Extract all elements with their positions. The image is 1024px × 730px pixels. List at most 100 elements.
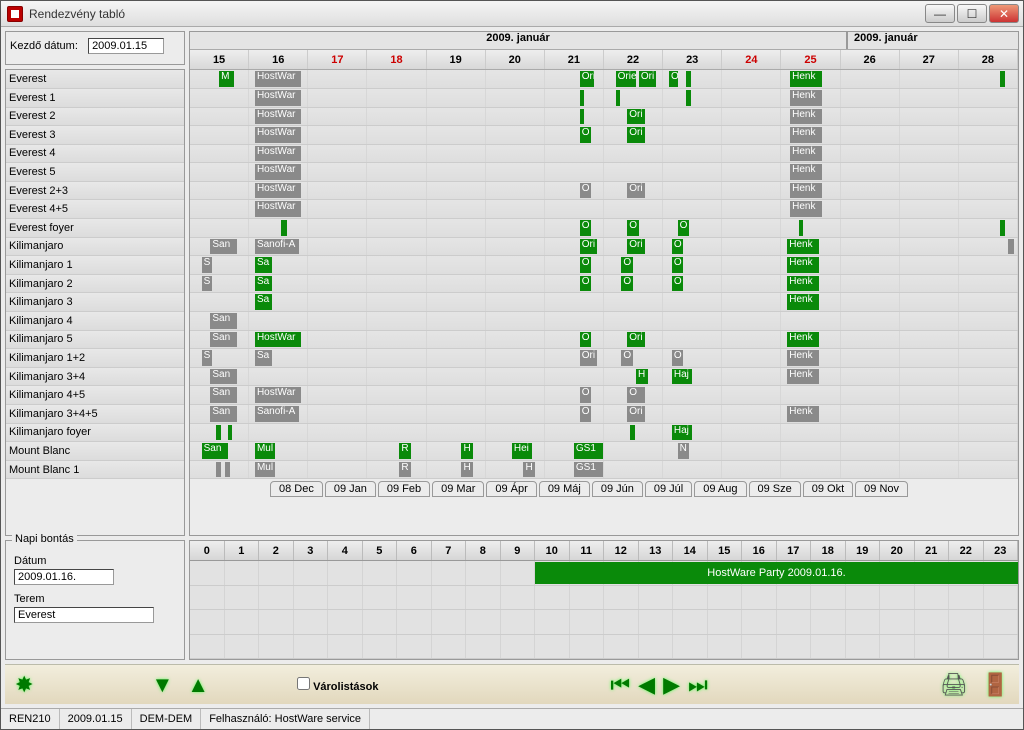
schedule-cell[interactable] (900, 70, 959, 88)
room-row[interactable]: Kilimanjaro 4+5 (6, 386, 184, 405)
hour-cell[interactable] (466, 586, 501, 610)
event-bar[interactable]: Ori (627, 332, 644, 348)
schedule-cell[interactable] (900, 349, 959, 367)
day-header-cell[interactable]: 24 (722, 50, 781, 69)
room-row[interactable]: Kilimanjaro 3+4 (6, 368, 184, 387)
schedule-cell[interactable] (781, 312, 840, 330)
hour-cell[interactable] (811, 586, 846, 610)
schedule-cell[interactable] (486, 368, 545, 386)
schedule-cell[interactable] (841, 312, 900, 330)
schedule-cell[interactable] (959, 312, 1018, 330)
schedule-cell[interactable] (190, 89, 249, 107)
hour-cell[interactable] (570, 610, 605, 634)
event-bar[interactable]: N (678, 443, 690, 459)
hour-cell[interactable] (501, 610, 536, 634)
day-header-cell[interactable]: 26 (841, 50, 900, 69)
schedule-cell[interactable] (486, 219, 545, 237)
schedule-cell[interactable] (781, 386, 840, 404)
daily-room-input[interactable] (14, 607, 154, 623)
hour-cell[interactable] (535, 635, 570, 659)
event-bar[interactable]: Henk (787, 406, 819, 422)
event-bar[interactable]: Ori (627, 183, 644, 199)
schedule-cell[interactable]: R (367, 442, 426, 460)
schedule-cell[interactable] (900, 368, 959, 386)
event-bar[interactable] (686, 90, 691, 106)
schedule-cell[interactable]: O (545, 219, 604, 237)
hour-cell[interactable] (432, 635, 467, 659)
schedule-cell[interactable]: N (663, 442, 722, 460)
schedule-cell[interactable] (367, 275, 426, 293)
schedule-cell[interactable] (486, 145, 545, 163)
schedule-cell[interactable] (959, 405, 1018, 423)
hour-cell[interactable] (328, 561, 363, 585)
hour-cell[interactable] (811, 610, 846, 634)
schedule-cell[interactable]: Sa (249, 293, 308, 311)
schedule-cell[interactable]: San (190, 368, 249, 386)
schedule-cell[interactable] (308, 200, 367, 218)
schedule-cell[interactable] (427, 368, 486, 386)
schedule-cell[interactable] (722, 424, 781, 442)
event-bar[interactable]: Orie (616, 71, 636, 87)
room-row[interactable]: Everest foyer (6, 219, 184, 238)
schedule-cell[interactable] (427, 89, 486, 107)
hour-cell[interactable] (949, 586, 984, 610)
schedule-cell[interactable] (427, 424, 486, 442)
arrow-up-icon[interactable]: ▲ (187, 672, 209, 698)
schedule-cell[interactable] (663, 461, 722, 479)
schedule-cell[interactable] (663, 89, 722, 107)
schedule-cell[interactable] (427, 293, 486, 311)
schedule-cell[interactable] (841, 200, 900, 218)
schedule-cell[interactable] (900, 163, 959, 181)
schedule-cell[interactable]: Henk (781, 238, 840, 256)
hour-cell[interactable] (604, 635, 639, 659)
hour-cell[interactable] (984, 610, 1019, 634)
schedule-cell[interactable]: Ori (604, 331, 663, 349)
schedule-cell[interactable]: Henk (781, 275, 840, 293)
schedule-cell[interactable] (486, 163, 545, 181)
schedule-cell[interactable] (781, 219, 840, 237)
month-tab[interactable]: 09 Máj (539, 481, 590, 497)
day-header-cell[interactable]: 22 (604, 50, 663, 69)
close-button[interactable]: ✕ (989, 4, 1019, 23)
schedule-cell[interactable]: O (545, 126, 604, 144)
hour-cell[interactable] (501, 561, 536, 585)
hour-cell[interactable] (673, 610, 708, 634)
hour-cell[interactable] (880, 635, 915, 659)
schedule-cell[interactable] (545, 145, 604, 163)
schedule-cell[interactable] (959, 145, 1018, 163)
hour-cell[interactable] (570, 635, 605, 659)
room-row[interactable]: Kilimanjaro 1 (6, 256, 184, 275)
event-bar[interactable]: Sa (255, 257, 272, 273)
schedule-cell[interactable] (545, 424, 604, 442)
hour-cell[interactable] (846, 586, 881, 610)
schedule-cell[interactable] (959, 182, 1018, 200)
hour-cell[interactable] (915, 635, 950, 659)
schedule-cell[interactable] (367, 368, 426, 386)
waitlist-checkbox-wrap[interactable]: Várolistások (297, 677, 378, 693)
hour-cell[interactable] (363, 610, 398, 634)
event-bar[interactable]: GS1 (574, 462, 603, 478)
schedule-cell[interactable]: Sanofi-A (249, 238, 308, 256)
schedule-cell[interactable] (308, 293, 367, 311)
schedule-cell[interactable] (722, 70, 781, 88)
schedule-cell[interactable] (367, 331, 426, 349)
schedule-cell[interactable] (190, 108, 249, 126)
schedule-cell[interactable]: O (604, 349, 663, 367)
hour-cell[interactable] (225, 561, 260, 585)
hour-cell[interactable] (225, 635, 260, 659)
day-header-cell[interactable]: 15 (190, 50, 249, 69)
hour-cell[interactable] (639, 635, 674, 659)
schedule-cell[interactable] (959, 386, 1018, 404)
hour-cell[interactable] (639, 610, 674, 634)
schedule-cell[interactable] (427, 386, 486, 404)
schedule-cell[interactable] (308, 368, 367, 386)
room-row[interactable]: Everest 1 (6, 89, 184, 108)
event-bar[interactable]: Hei (512, 443, 532, 459)
schedule-cell[interactable]: Ori (545, 349, 604, 367)
schedule-cell[interactable] (781, 442, 840, 460)
schedule-cell[interactable]: OrieOri (604, 70, 663, 88)
schedule-cell[interactable] (308, 163, 367, 181)
schedule-cell[interactable] (841, 89, 900, 107)
schedule-cell[interactable]: O (545, 405, 604, 423)
schedule-cell[interactable] (959, 238, 1018, 256)
